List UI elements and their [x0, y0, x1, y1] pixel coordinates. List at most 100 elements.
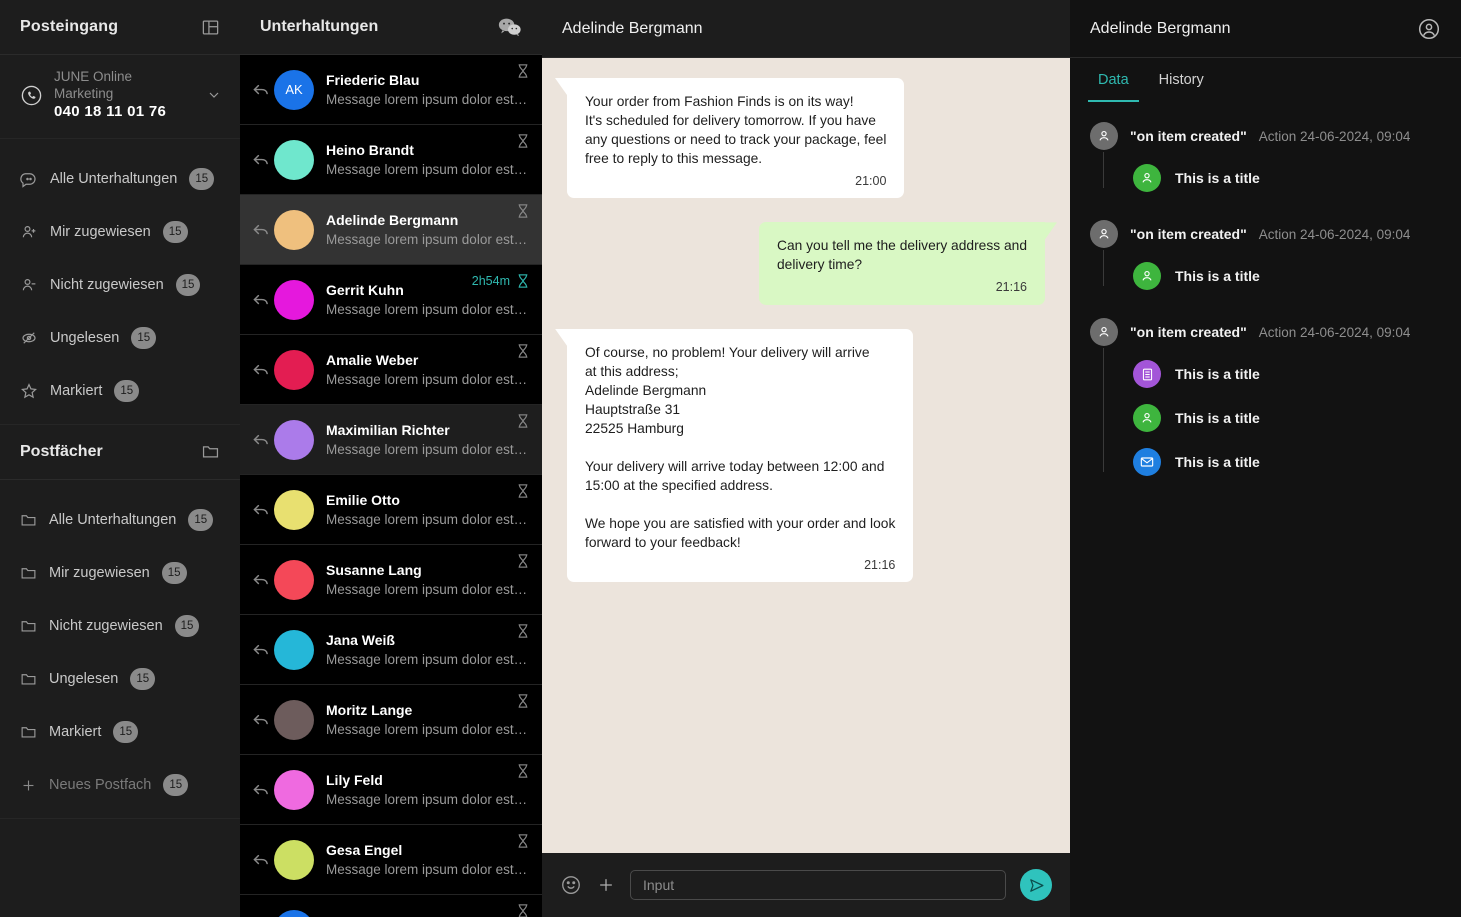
conversation-preview: Message lorem ipsum dolor est ...	[326, 791, 528, 807]
sidebar-item-ungelesen[interactable]: Ungelesen 15	[0, 312, 240, 365]
event-child[interactable]: This is a title	[1119, 440, 1461, 484]
user-circle-icon[interactable]	[1417, 17, 1441, 41]
event-child[interactable]: This is a title	[1119, 396, 1461, 440]
conversation-preview: Message lorem ipsum dolor est ...	[326, 721, 528, 737]
avatar	[274, 279, 314, 320]
avatar	[274, 629, 314, 670]
person-remove-icon	[20, 276, 38, 294]
hourglass-icon	[516, 903, 530, 917]
emoji-smiley-icon[interactable]	[560, 874, 582, 896]
conversation-text: Moritz Lange Message lorem ipsum dolor es…	[326, 700, 528, 740]
conversation-item[interactable]: Emilie Otto Message lorem ipsum dolor est…	[240, 475, 542, 545]
sidebar-item-nicht-zugewiesen[interactable]: Nicht zugewiesen 15	[0, 259, 240, 312]
mailbox-item-neues-postfach[interactable]: Neues Postfach 15	[0, 759, 240, 812]
conversation-preview: Message lorem ipsum dolor est ...	[326, 581, 528, 597]
mailbox-item-badge: 15	[163, 774, 189, 796]
event-children: This is a title	[1070, 152, 1461, 200]
sidebar-item-badge: 15	[131, 327, 157, 349]
conversation-name: Maximilian Richter	[326, 421, 450, 438]
tab-history[interactable]: History	[1149, 58, 1214, 102]
sidebar-item-mir-zugewiesen[interactable]: Mir zugewiesen 15	[0, 206, 240, 259]
avatar	[274, 209, 314, 250]
event-header[interactable]: "on item created" Action 24-06-2024, 09:0…	[1070, 312, 1461, 352]
conversation-meta	[516, 483, 530, 499]
event-name: "on item created"	[1130, 128, 1247, 144]
conversation-item[interactable]: Susanne Lang Message lorem ipsum dolor es…	[240, 545, 542, 615]
conversation-meta	[516, 833, 530, 849]
mailbox-item-mir-zugewiesen[interactable]: Mir zugewiesen 15	[0, 547, 240, 600]
panel-layout-icon[interactable]	[201, 18, 220, 37]
wechat-icon[interactable]	[498, 17, 522, 37]
send-button[interactable]	[1020, 869, 1052, 901]
message-bubble: Can you tell me the delivery address and…	[758, 222, 1045, 305]
mailbox-item-label: Neues Postfach	[49, 777, 152, 793]
event-child[interactable]: This is a title	[1119, 254, 1461, 298]
mailbox-item-ungelesen[interactable]: Ungelesen 15	[0, 653, 240, 706]
hourglass-icon	[516, 273, 530, 289]
conversation-name: Moritz Lange	[326, 701, 413, 718]
event-group: "on item created" Action 24-06-2024, 09:0…	[1070, 116, 1461, 214]
conversation-meta	[516, 553, 530, 569]
account-selector[interactable]: JUNE Online Marketing 040 18 11 01 76	[0, 55, 240, 139]
mailbox-item-nicht-zugewiesen[interactable]: Nicht zugewiesen 15	[0, 600, 240, 653]
sidebar-item-badge: 15	[162, 221, 188, 243]
conversation-item[interactable]: AK Friederic Blau Message lorem ipsum dolo…	[240, 55, 542, 125]
message-text: Your order from Fashion Finds is on its …	[585, 94, 887, 167]
avatar	[274, 839, 314, 880]
event-child[interactable]: This is a title	[1119, 156, 1461, 200]
sidebar-item-alle-unterhaltungen[interactable]: Alle Unterhaltungen 15	[0, 153, 240, 206]
conversation-item[interactable]: Moritz Lange Message lorem ipsum dolor es…	[240, 685, 542, 755]
user-icon	[1090, 220, 1118, 248]
conversation-item[interactable]: Lily Feld Message lorem ipsum dolor est .…	[240, 755, 542, 825]
tab-data[interactable]: Data	[1088, 58, 1139, 102]
hourglass-icon	[516, 483, 530, 499]
message-input[interactable]	[630, 870, 1006, 900]
conversation-preview: Message lorem ipsum dolor est ...	[326, 861, 528, 877]
mailbox-item-label: Nicht zugewiesen	[49, 618, 163, 634]
app-root: Posteingang JUNE Online Marketing 040 18…	[0, 0, 1461, 917]
conversation-text: Adelinde Bergmann Message lorem ipsum dol…	[326, 210, 528, 250]
event-name: "on item created"	[1130, 324, 1247, 340]
sidebar-item-markiert[interactable]: Markiert 15	[0, 365, 240, 418]
user-icon	[1090, 318, 1118, 346]
event-child-title: This is a title	[1175, 268, 1260, 284]
sidebar-item-badge: 15	[189, 168, 215, 190]
conversation-text: Jana Weiß Message lorem ipsum dolor est .…	[326, 630, 528, 670]
mailbox-item-label: Markiert	[49, 724, 102, 740]
conversation-item[interactable]: Heino Brandt Message lorem ipsum dolor es…	[240, 125, 542, 195]
conversation-name: Amalie Weber	[326, 351, 419, 368]
conversation-meta	[516, 693, 530, 709]
conversation-item[interactable]: Amalie Weber Message lorem ipsum dolor es…	[240, 335, 542, 405]
avatar	[274, 139, 314, 180]
mailboxes-title: Postfächer	[20, 442, 103, 460]
sidebar: Posteingang JUNE Online Marketing 040 18…	[0, 0, 240, 917]
conversation-item[interactable]: Gerrit Kuhn Message lorem ipsum dolor est…	[240, 265, 542, 335]
conversation-item[interactable]: Adelinde Bergmann Message lorem ipsum dol…	[240, 195, 542, 265]
event-header[interactable]: "on item created" Action 24-06-2024, 09:0…	[1070, 214, 1461, 254]
message-bubble: Of course, no problem! Your delivery wil…	[567, 328, 914, 583]
attach-plus-icon[interactable]	[596, 875, 616, 895]
chat-contact-name: Adelinde Bergmann	[562, 19, 703, 37]
event-child[interactable]: This is a title	[1119, 352, 1461, 396]
event-children: This is a title This is a title This is a …	[1070, 348, 1461, 484]
event-name: "on item created"	[1130, 226, 1247, 242]
conversation-preview: Message lorem ipsum dolor est ...	[326, 441, 528, 457]
conversation-item[interactable]: Gesa Engel Message lorem ipsum dolor est …	[240, 825, 542, 895]
mailbox-item-markiert[interactable]: Markiert 15	[0, 706, 240, 759]
folder-icon[interactable]	[201, 443, 220, 460]
conversation-list[interactable]: AK Friederic Blau Message lorem ipsum dolo…	[240, 55, 542, 917]
conversation-item[interactable]: Maximilian Richter Message lorem ipsum do…	[240, 405, 542, 475]
folder-icon	[20, 618, 37, 634]
hourglass-icon	[516, 763, 530, 779]
mailbox-item-alle-unterhaltungen[interactable]: Alle Unterhaltungen 15	[0, 494, 240, 547]
avatar	[274, 769, 314, 810]
conversation-name: Gesa Engel	[326, 841, 403, 858]
conversation-item[interactable]	[240, 895, 542, 917]
event-header[interactable]: "on item created" Action 24-06-2024, 09:0…	[1070, 116, 1461, 156]
avatar	[274, 489, 314, 530]
conversation-item[interactable]: Jana Weiß Message lorem ipsum dolor est .…	[240, 615, 542, 685]
sidebar-item-label: Nicht zugewiesen	[50, 277, 164, 293]
conversation-text: Emilie Otto Message lorem ipsum dolor est…	[326, 490, 528, 530]
chevron-down-icon[interactable]	[206, 87, 222, 103]
conversation-preview: Message lorem ipsum dolor est ...	[326, 161, 528, 177]
